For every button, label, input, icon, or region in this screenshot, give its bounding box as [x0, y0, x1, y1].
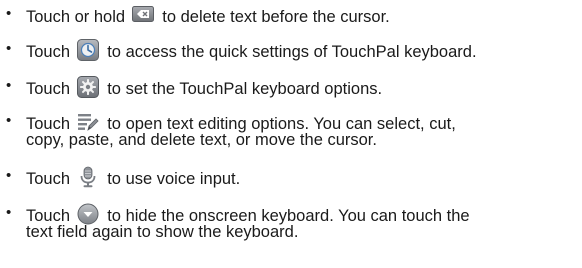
- item-lead: Touch: [26, 80, 71, 98]
- item-lead: Touch or hold: [26, 8, 126, 26]
- item-line-1: Touch to set the TouchPal keyboard optio…: [26, 76, 382, 99]
- item-text: to access the quick settings of TouchPal…: [107, 43, 477, 61]
- backspace-key-icon: [131, 4, 154, 26]
- hide-keyboard-icon: [77, 203, 99, 225]
- item-line-1: Touch or hold to delete text before the …: [26, 4, 390, 27]
- item-line-2: copy, paste, and delete text, or move th…: [26, 131, 377, 149]
- item-line-1: Touch to access the quick settings of To…: [26, 39, 477, 62]
- item-text: to delete text before the cursor.: [162, 8, 390, 26]
- item-line-1: Touch to use voice input.: [26, 166, 240, 189]
- bullet: •: [6, 204, 12, 221]
- item-lead: Touch: [26, 43, 71, 61]
- item-text: to use voice input.: [107, 170, 241, 188]
- bullet: •: [6, 40, 12, 57]
- bullet: •: [6, 77, 12, 94]
- bullet: •: [6, 5, 12, 22]
- bullet: •: [6, 112, 12, 129]
- instruction-list: • Touch or hold to delete text before th: [0, 0, 582, 268]
- item-lead: Touch: [26, 170, 71, 188]
- text-edit-icon: [77, 111, 99, 133]
- item-text: to set the TouchPal keyboard options.: [107, 80, 383, 98]
- item-line-2: text field again to show the keyboard.: [26, 223, 299, 241]
- gear-icon: [76, 76, 99, 98]
- bullet: •: [6, 167, 12, 184]
- microphone-icon: [77, 166, 99, 188]
- quick-settings-icon: [76, 39, 99, 61]
